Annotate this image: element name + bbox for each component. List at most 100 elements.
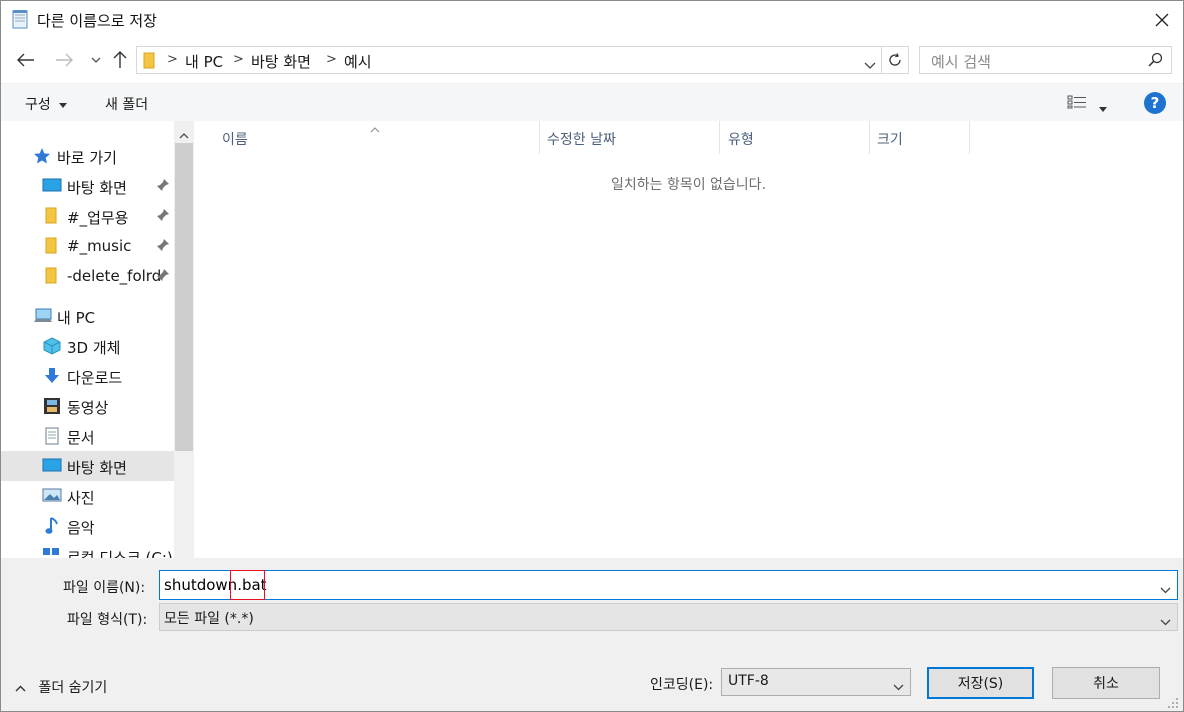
sidebar-scrollbar[interactable] (174, 121, 194, 558)
filename-dropdown-icon[interactable] (1160, 582, 1171, 598)
back-button[interactable] (13, 47, 39, 73)
sidebar-label: 내 PC (57, 309, 96, 327)
sidebar-item-downloads[interactable]: 다운로드 (1, 361, 174, 391)
column-header-size[interactable]: 크기 (877, 129, 903, 149)
arrow-right-icon (56, 53, 73, 67)
scrollbar-thumb[interactable] (175, 143, 193, 451)
star-icon (33, 147, 53, 165)
view-dropdown-icon[interactable] (1099, 100, 1107, 116)
help-button[interactable]: ? (1144, 92, 1166, 114)
sidebar-item-3d-objects[interactable]: 3D 개체 (1, 331, 174, 361)
close-button[interactable] (1139, 1, 1183, 39)
picture-icon (42, 487, 62, 505)
sidebar-item-desktop[interactable]: 바탕 화면 (1, 451, 174, 481)
sidebar-label: 다운로드 (67, 369, 123, 387)
sidebar-label: 바탕 화면 (67, 459, 127, 477)
sidebar-item-music-folder[interactable]: #_music (1, 231, 174, 261)
recent-locations-button[interactable] (83, 47, 109, 73)
scroll-up-icon[interactable] (179, 127, 189, 143)
breadcrumb-this-pc[interactable]: 내 PC (185, 51, 223, 72)
address-bar[interactable]: > 내 PC > 바탕 화면 > 예시 (136, 46, 882, 74)
address-dropdown-icon[interactable] (864, 57, 876, 73)
encoding-select[interactable]: UTF-8 (721, 668, 911, 696)
arrow-up-icon (113, 51, 127, 68)
view-options-icon[interactable] (1067, 95, 1087, 113)
column-divider[interactable] (719, 121, 720, 154)
sidebar-item-quick-access[interactable]: 바로 가기 (1, 141, 174, 171)
pin-icon (156, 178, 170, 192)
cube-icon (42, 337, 62, 355)
pin-icon (156, 268, 170, 282)
column-header-type[interactable]: 유형 (728, 129, 754, 149)
folder-icon (45, 237, 65, 255)
notepad-icon (11, 9, 29, 29)
sidebar-label: 바로 가기 (57, 149, 117, 167)
up-button[interactable] (107, 47, 133, 73)
breadcrumb-example[interactable]: 예시 (344, 51, 372, 72)
filetype-select[interactable]: 모든 파일 (*.*) (159, 603, 1178, 631)
breadcrumb-chevron-icon: > (233, 52, 244, 67)
filename-base: shutdown (164, 576, 238, 594)
folder-icon (143, 52, 155, 73)
command-bar: 구성 새 폴더 ? (1, 83, 1183, 121)
chevron-down-icon (1160, 614, 1171, 630)
filetype-value: 모든 파일 (*.*) (164, 611, 254, 627)
breadcrumb-chevron-icon: > (326, 52, 337, 67)
desktop-icon (42, 457, 62, 475)
cancel-label: 취소 (1093, 676, 1119, 692)
search-box[interactable]: 예시 검색 (919, 46, 1172, 74)
close-icon (1155, 13, 1169, 27)
sidebar-label: 로컬 디스크 (C:) (67, 549, 173, 558)
empty-list-message: 일치하는 항목이 없습니다. (610, 177, 767, 193)
forward-button[interactable] (51, 47, 77, 73)
document-icon (44, 427, 64, 445)
organize-label: 구성 (25, 97, 51, 113)
folder-icon (45, 207, 65, 225)
save-label: 저장(S) (957, 676, 1004, 692)
sidebar-item-documents[interactable]: 문서 (1, 421, 174, 451)
new-folder-button[interactable]: 새 폴더 (105, 94, 148, 114)
pin-icon (156, 208, 170, 222)
chevron-down-icon (893, 679, 904, 695)
hide-folders-toggle[interactable]: 폴더 숨기기 (15, 677, 107, 697)
sidebar-item-local-disk[interactable]: 로컬 디스크 (C:) (1, 541, 174, 558)
sidebar-item-pictures[interactable]: 사진 (1, 481, 174, 511)
save-as-dialog: 다른 이름으로 저장 > 내 PC > 바탕 화면 > 예시 예시 검색 구성 … (0, 0, 1184, 712)
cancel-button[interactable]: 취소 (1052, 667, 1160, 699)
sidebar-item-music[interactable]: 음악 (1, 511, 174, 541)
save-options-pane: 파일 이름(N): shutdown.bat 파일 형식(T): 모든 파일 (… (1, 558, 1183, 711)
column-header-date-modified[interactable]: 수정한 날짜 (547, 129, 616, 149)
filename-label: 파일 이름(N): (63, 580, 146, 596)
extension-highlight-box (230, 570, 265, 600)
column-divider[interactable] (539, 121, 540, 154)
search-icon (1147, 52, 1163, 72)
save-button[interactable]: 저장(S) (927, 667, 1034, 699)
organize-menu[interactable]: 구성 (25, 94, 68, 114)
file-list[interactable]: 이름 수정한 날짜 유형 크기 일치하는 항목이 없습니다. (194, 121, 1183, 558)
sidebar-item-work-folder[interactable]: #_업무용 (1, 201, 174, 231)
column-divider[interactable] (869, 121, 870, 154)
navigation-pane: 바로 가기 바탕 화면 #_업무용 #_music -delete_folrd … (1, 121, 174, 558)
drive-icon (42, 547, 62, 558)
chevron-up-icon (15, 685, 26, 691)
resize-grip-icon[interactable] (1165, 697, 1181, 711)
column-divider[interactable] (969, 121, 970, 154)
sidebar-label: 바탕 화면 (67, 179, 127, 197)
hide-folders-label: 폴더 숨기기 (38, 680, 108, 696)
breadcrumb-chevron-icon: > (167, 52, 178, 67)
chevron-down-icon (91, 57, 101, 63)
encoding-value: UTF-8 (728, 673, 769, 689)
sidebar-item-desktop-pinned[interactable]: 바탕 화면 (1, 171, 174, 201)
arrow-left-icon (17, 53, 34, 67)
title-bar: 다른 이름으로 저장 (1, 1, 1183, 39)
encoding-label: 인코딩(E): (650, 677, 714, 693)
caret-down-icon (59, 102, 68, 108)
breadcrumb-desktop[interactable]: 바탕 화면 (251, 51, 311, 72)
column-header-name[interactable]: 이름 (222, 129, 248, 149)
music-note-icon (45, 517, 65, 535)
sidebar-item-videos[interactable]: 동영상 (1, 391, 174, 421)
sidebar-item-this-pc[interactable]: 내 PC (1, 301, 174, 331)
refresh-button[interactable] (882, 46, 909, 74)
sidebar-item-delete-folder[interactable]: -delete_folrd (1, 261, 174, 291)
filename-input[interactable]: shutdown.bat (159, 570, 1178, 600)
